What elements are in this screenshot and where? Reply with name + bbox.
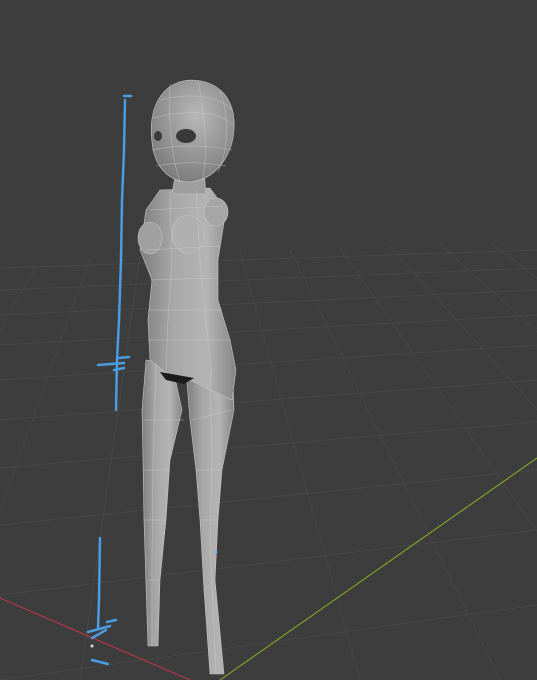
- bone-helper-upper[interactable]: [96, 94, 133, 412]
- x-axis-line: [0, 597, 191, 680]
- floor-grid: [0, 241, 537, 680]
- eye-socket-right: [176, 129, 196, 143]
- right-leg: [185, 359, 235, 675]
- left-leg: [141, 359, 183, 647]
- shoulder-stub: [203, 197, 229, 227]
- character-mesh[interactable]: [90, 79, 237, 675]
- eye-socket-left: [154, 131, 162, 141]
- y-axis-line: [219, 457, 537, 680]
- viewport-canvas[interactable]: [0, 0, 537, 680]
- 3d-viewport[interactable]: [0, 0, 537, 680]
